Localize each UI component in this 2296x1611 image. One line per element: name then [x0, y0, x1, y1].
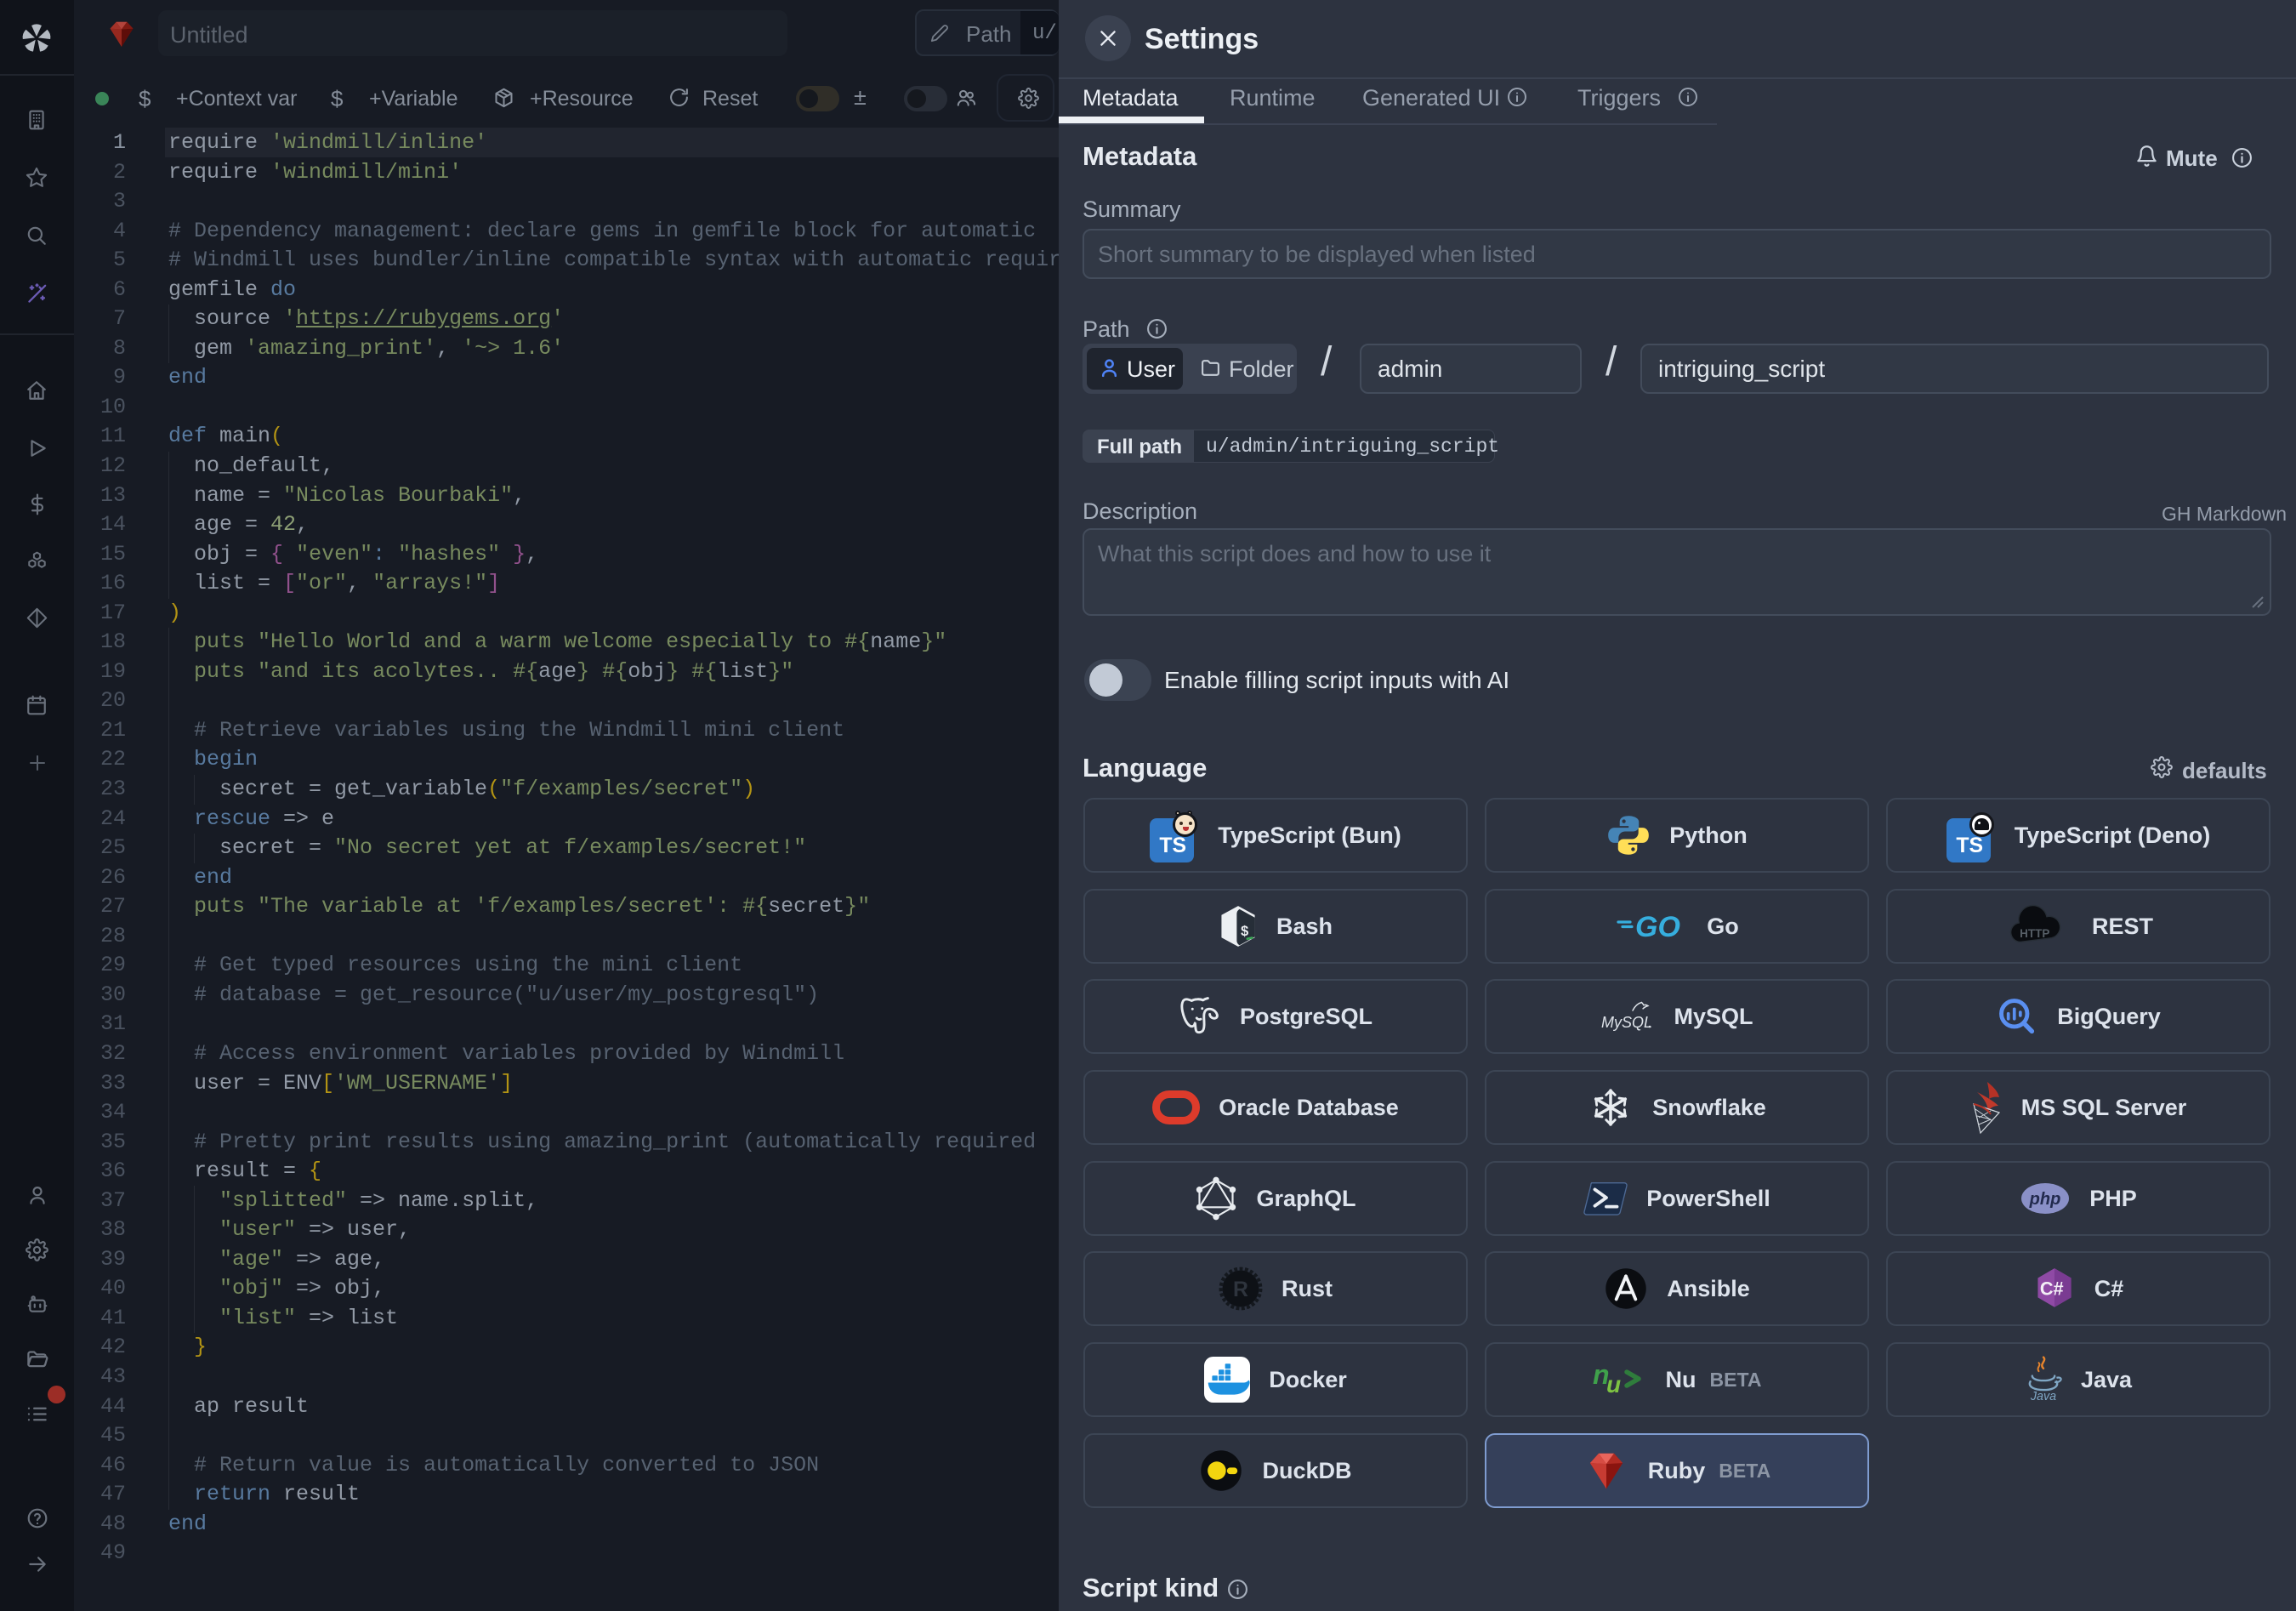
svg-text:php: php — [2029, 1190, 2061, 1209]
svg-text:Java: Java — [2030, 1390, 2056, 1403]
svg-text:TS: TS — [1160, 834, 1187, 857]
svg-text:HTTP: HTTP — [2020, 927, 2049, 940]
svg-text:GO: GO — [1635, 911, 1680, 943]
svg-text:R: R — [1233, 1278, 1248, 1301]
svg-text:C#: C# — [2040, 1278, 2064, 1300]
svg-text:u: u — [1606, 1371, 1621, 1398]
svg-text:MySQL: MySQL — [1601, 1014, 1652, 1031]
svg-text:$: $ — [1241, 924, 1248, 939]
svg-text:TS: TS — [1956, 834, 1983, 857]
